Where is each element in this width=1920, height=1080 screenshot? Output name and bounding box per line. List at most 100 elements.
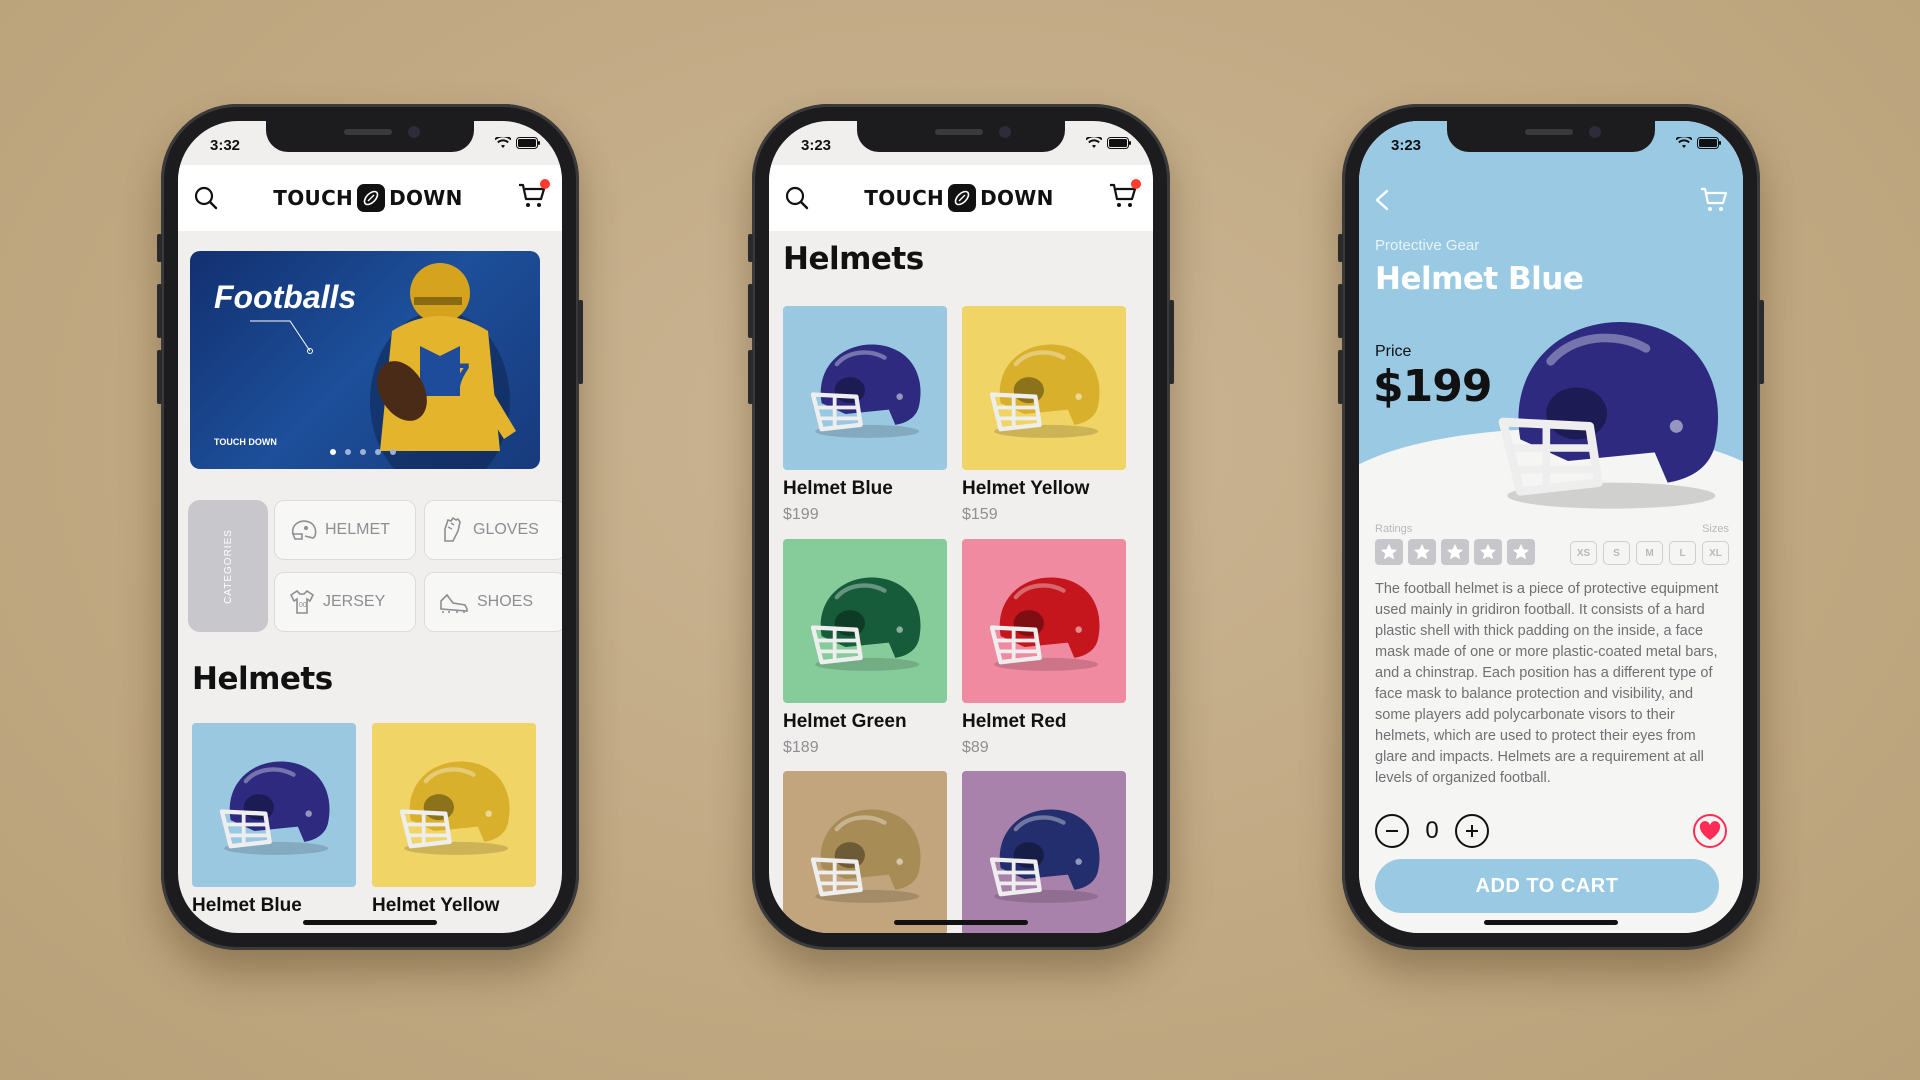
product-image	[783, 539, 947, 703]
pagination-dot[interactable]	[390, 449, 396, 455]
category-helmet[interactable]: HELMET	[274, 500, 416, 560]
pagination-dot[interactable]	[360, 449, 366, 455]
svg-text:27: 27	[426, 356, 471, 400]
phone-volume-up	[748, 284, 753, 338]
helmet-icon	[1498, 322, 1719, 509]
product-card[interactable]: Helmet Yellow $159	[962, 306, 1126, 524]
add-to-cart-button[interactable]: ADD TO CART	[1375, 859, 1719, 913]
size-option[interactable]: XL	[1702, 541, 1729, 565]
product-description: The football helmet is a piece of protec…	[1375, 581, 1719, 786]
pagination-dot[interactable]	[330, 449, 336, 455]
phone-power-button	[578, 300, 583, 384]
star-icon	[1479, 543, 1497, 560]
banner-pointer-line	[250, 320, 313, 354]
category-gloves[interactable]: GLOVES	[424, 500, 562, 560]
phone-volume-down	[157, 350, 162, 404]
helmet-icon	[989, 577, 1100, 671]
decrease-quantity-button[interactable]	[1375, 814, 1409, 848]
banner-pagination[interactable]	[330, 449, 396, 455]
brand-left: TOUCH	[273, 186, 354, 210]
rating-stars[interactable]	[1375, 539, 1535, 565]
phone-power-button	[1759, 300, 1764, 384]
product-card[interactable]	[962, 771, 1126, 933]
home-indicator[interactable]	[1484, 920, 1618, 925]
phone-detail: 3:23 Protective Gear Helmet Blue Price $…	[1338, 104, 1764, 950]
app-header: TOUCH DOWN	[178, 165, 562, 231]
product-image	[962, 539, 1126, 703]
promo-banner[interactable]: 27 Footballs TOUCH DOWN	[190, 251, 540, 469]
brand-right: DOWN	[980, 186, 1054, 210]
listing-screen: 3:23 TOUCH DOWN Helmets Helmet Blue $199	[769, 121, 1153, 933]
size-option[interactable]: M	[1636, 541, 1663, 565]
category-label: HELMET	[325, 521, 390, 538]
rating-star[interactable]	[1408, 539, 1436, 565]
cart-badge	[1130, 178, 1141, 189]
price-label: Price	[1375, 343, 1412, 360]
size-selector[interactable]: XS S M L XL	[1570, 541, 1729, 565]
product-price: $199	[783, 506, 819, 523]
product-card[interactable]: Helmet Yellow	[372, 723, 536, 917]
home-indicator[interactable]	[303, 920, 437, 925]
product-price: $189	[783, 739, 819, 756]
product-name: Helmet Yellow	[962, 478, 1090, 499]
rating-star[interactable]	[1507, 539, 1535, 565]
home-indicator[interactable]	[894, 920, 1028, 925]
rating-star[interactable]	[1474, 539, 1502, 565]
product-card[interactable]: Helmet Blue	[192, 723, 356, 917]
product-image	[962, 306, 1126, 470]
back-arrow-icon[interactable]	[1373, 189, 1393, 211]
battery-icon	[516, 137, 540, 149]
search-icon[interactable]	[785, 186, 809, 210]
quantity-stepper[interactable]: 0	[1375, 814, 1489, 848]
phone-listing: 3:23 TOUCH DOWN Helmets Helmet Blue $199	[748, 104, 1174, 950]
sizes-label: Sizes	[1702, 523, 1729, 535]
rating-star[interactable]	[1441, 539, 1469, 565]
banner-brand: TOUCH DOWN	[214, 437, 277, 447]
minus-icon	[1386, 830, 1398, 832]
wifi-icon	[1676, 137, 1692, 148]
product-card[interactable]	[783, 771, 947, 933]
football-player-image: 27	[370, 263, 516, 469]
categories-label: CATEGORIES	[188, 500, 268, 632]
helmet-icon	[810, 809, 921, 903]
battery-icon	[1107, 137, 1131, 149]
product-price: $89	[962, 739, 989, 756]
app-header: TOUCH DOWN	[769, 165, 1153, 231]
product-title: Helmet Blue	[1375, 261, 1584, 297]
pagination-dot[interactable]	[375, 449, 381, 455]
wifi-icon	[1086, 137, 1102, 148]
rating-star[interactable]	[1375, 539, 1403, 565]
favorite-button[interactable]	[1693, 814, 1727, 848]
category-shoes[interactable]: SHOES	[424, 572, 562, 632]
size-option[interactable]: XS	[1570, 541, 1597, 565]
football-logo-icon	[357, 184, 386, 212]
cart-button[interactable]	[1109, 178, 1141, 214]
increase-quantity-button[interactable]	[1455, 814, 1489, 848]
categories-label-text: CATEGORIES	[222, 528, 234, 604]
notch	[1447, 121, 1655, 152]
cart-button[interactable]	[518, 178, 550, 214]
section-title: Helmets	[783, 241, 924, 277]
product-name: Helmet Blue	[783, 478, 893, 499]
product-name: Helmet Green	[783, 711, 907, 732]
phone-volume-down	[1338, 350, 1343, 404]
search-icon[interactable]	[194, 186, 218, 210]
product-card[interactable]: Helmet Blue $199	[783, 306, 947, 524]
size-option[interactable]: S	[1603, 541, 1630, 565]
pagination-dot[interactable]	[345, 449, 351, 455]
size-option[interactable]: L	[1669, 541, 1696, 565]
product-card[interactable]: Helmet Red $89	[962, 539, 1126, 757]
helmet-icon	[219, 761, 330, 855]
product-image	[192, 723, 356, 887]
cart-badge	[539, 178, 550, 189]
helmet-icon	[989, 344, 1100, 438]
category-jersey[interactable]: 00 JERSEY	[274, 572, 416, 632]
category-label: SHOES	[477, 593, 534, 610]
cart-icon[interactable]	[1699, 187, 1729, 213]
heart-icon	[1699, 821, 1721, 840]
section-title: Helmets	[192, 661, 333, 697]
product-price: $159	[962, 506, 998, 523]
product-card[interactable]: Helmet Green $189	[783, 539, 947, 757]
plus-icon	[1466, 825, 1478, 837]
ratings-label: Ratings	[1375, 523, 1413, 535]
